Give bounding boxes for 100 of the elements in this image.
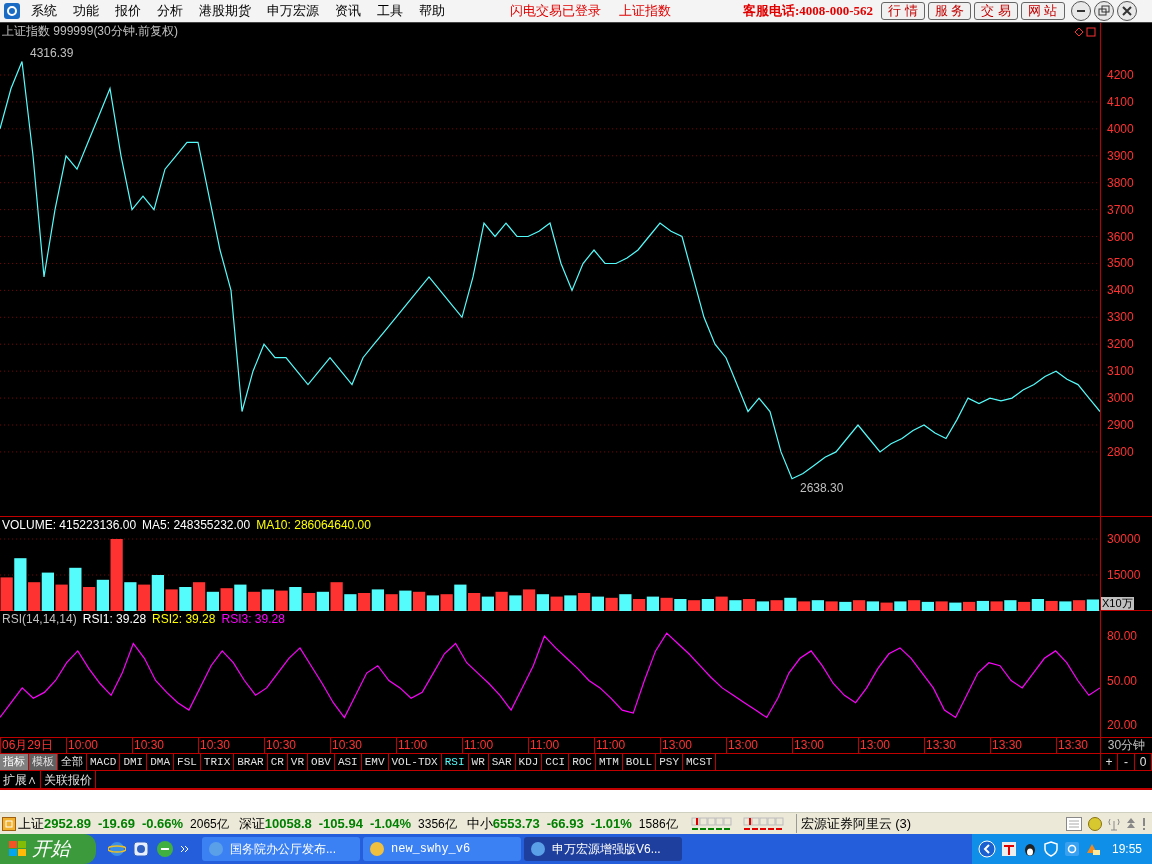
time-label: 13:00 — [858, 738, 924, 753]
time-label: 13:30 — [1056, 738, 1100, 753]
restore-button[interactable] — [1093, 1, 1114, 21]
time-label: 10:00 — [66, 738, 132, 753]
volume-bar — [358, 593, 371, 611]
nav-button[interactable]: 服 务 — [927, 2, 972, 20]
volume-bar — [619, 594, 632, 611]
menu-item[interactable]: 帮助 — [412, 1, 452, 21]
list-icon[interactable] — [1066, 816, 1082, 831]
price-annotation: 4316.39 — [30, 45, 74, 60]
tray-icon[interactable] — [1000, 841, 1017, 857]
indicator-tab[interactable]: MCST — [683, 754, 717, 770]
volume-bar — [248, 591, 261, 611]
menu-item[interactable]: 工具 — [370, 1, 410, 21]
restore-icon — [1097, 5, 1110, 17]
minimize-button[interactable] — [1070, 1, 1091, 21]
axis-label: 3600 — [1107, 229, 1134, 244]
indicator-tab[interactable]: PSY — [656, 754, 683, 770]
coin-icon[interactable] — [1088, 816, 1102, 831]
indicator-tab[interactable]: FSL — [174, 754, 201, 770]
volume-bar — [963, 601, 976, 611]
indicator-tab[interactable]: KDJ — [515, 754, 543, 770]
indicator-tab[interactable]: DMA — [147, 754, 175, 770]
app-logo-icon — [4, 3, 20, 19]
indicator-tab[interactable]: TRIX — [200, 754, 235, 770]
index-turnover: 3356亿 — [418, 815, 457, 833]
volume-bar — [495, 591, 508, 611]
back-icon[interactable] — [977, 840, 996, 858]
taskbar-button[interactable]: new_swhy_v6 — [363, 837, 521, 861]
menu-item[interactable]: 申万宏源 — [260, 1, 326, 21]
indicator-tab[interactable]: RSI — [441, 754, 469, 770]
indicator-tab[interactable]: MTM — [596, 754, 623, 770]
taskbar-button[interactable]: 国务院办公厅发布... — [202, 837, 360, 861]
volume-bar — [756, 601, 769, 611]
close-button[interactable] — [1116, 1, 1137, 21]
volume-bar — [509, 595, 522, 611]
start-button[interactable]: 开始 — [0, 834, 96, 864]
index-percent: -1.04% — [369, 814, 412, 833]
period-label: 30分钟 — [1100, 738, 1152, 753]
chevron-icon[interactable] — [180, 844, 190, 854]
axis-label: 3500 — [1107, 256, 1134, 271]
indicator-tab[interactable]: DMI — [120, 754, 148, 770]
indicator-tab[interactable]: EMV — [361, 754, 389, 770]
zoom-button[interactable]: 0 — [1135, 754, 1152, 770]
indicator-tab[interactable]: MACD — [87, 754, 121, 770]
up-arrows-icon[interactable] — [1126, 816, 1136, 831]
diamond-icon[interactable] — [1074, 26, 1084, 37]
volume-bar — [399, 590, 412, 611]
volume-bar — [701, 599, 714, 611]
axis-label: 2800 — [1107, 444, 1134, 459]
volume-bar — [1059, 601, 1072, 611]
index-change: -105.94 — [318, 814, 363, 833]
volume-bar — [770, 600, 783, 611]
menu-item[interactable]: 资讯 — [328, 1, 368, 21]
status-notice: 上证指数 — [619, 2, 671, 21]
indicator-tab[interactable]: OBV — [308, 754, 335, 770]
menu-item[interactable]: 系统 — [24, 1, 64, 21]
volume-bar — [976, 600, 989, 611]
volume-bar — [646, 596, 659, 611]
app-icon[interactable] — [132, 840, 150, 858]
menu-item[interactable]: 报价 — [108, 1, 148, 21]
volume-bar — [729, 600, 742, 611]
indicator-tab[interactable]: 全部 — [58, 754, 87, 770]
indicator-tab[interactable]: CR — [267, 754, 288, 770]
antenna-icon[interactable] — [1108, 816, 1120, 831]
indicator-tab[interactable]: SAR — [488, 754, 516, 770]
menu-item[interactable]: 分析 — [150, 1, 190, 21]
indicator-tab[interactable]: BOLL — [622, 754, 657, 770]
indicator-tab[interactable]: ASI — [334, 754, 362, 770]
indicator-tab[interactable]: 指标 — [0, 754, 29, 770]
indicator-tab[interactable]: ROC — [569, 754, 596, 770]
time-label: 11:00 — [528, 738, 594, 753]
indicator-tab[interactable]: BRAR — [234, 754, 268, 770]
indicator-tab[interactable]: CCI — [542, 754, 570, 770]
nav-button[interactable]: 网 站 — [1020, 2, 1065, 20]
menu-item[interactable]: 功能 — [66, 1, 106, 21]
pin-icon[interactable] — [1142, 817, 1146, 830]
indicator-tab[interactable]: WR — [468, 754, 489, 770]
time-label: 10:30 — [264, 738, 330, 753]
indicator-legend: VOLUME: 415223136.00 — [2, 518, 137, 532]
taskbar-button[interactable]: 申万宏源增强版V6... — [524, 837, 682, 861]
indicator-tab[interactable]: VOL-TDX — [388, 754, 442, 770]
zoom-button[interactable]: - — [1118, 754, 1135, 770]
volume-bar — [949, 602, 962, 611]
axis-label: 3300 — [1107, 310, 1134, 325]
volume-bar — [688, 600, 701, 611]
menu-item[interactable]: 港股期货 — [192, 1, 258, 21]
volume-bar — [481, 596, 494, 611]
zoom-button[interactable]: + — [1101, 754, 1118, 770]
volume-bar — [880, 602, 893, 611]
time-label: 13:30 — [990, 738, 1056, 753]
axis-label: 3000 — [1107, 391, 1134, 406]
volume-bar — [990, 601, 1003, 611]
indicator-tab[interactable]: 模板 — [29, 754, 58, 770]
indicator-tab[interactable]: VR — [287, 754, 309, 770]
time-label: 11:00 — [396, 738, 462, 753]
index-value: 6553.73 — [492, 814, 540, 833]
nav-button[interactable]: 行 情 — [881, 2, 925, 20]
tray-icon[interactable] — [1063, 841, 1080, 857]
nav-button[interactable]: 交 易 — [974, 2, 1018, 20]
